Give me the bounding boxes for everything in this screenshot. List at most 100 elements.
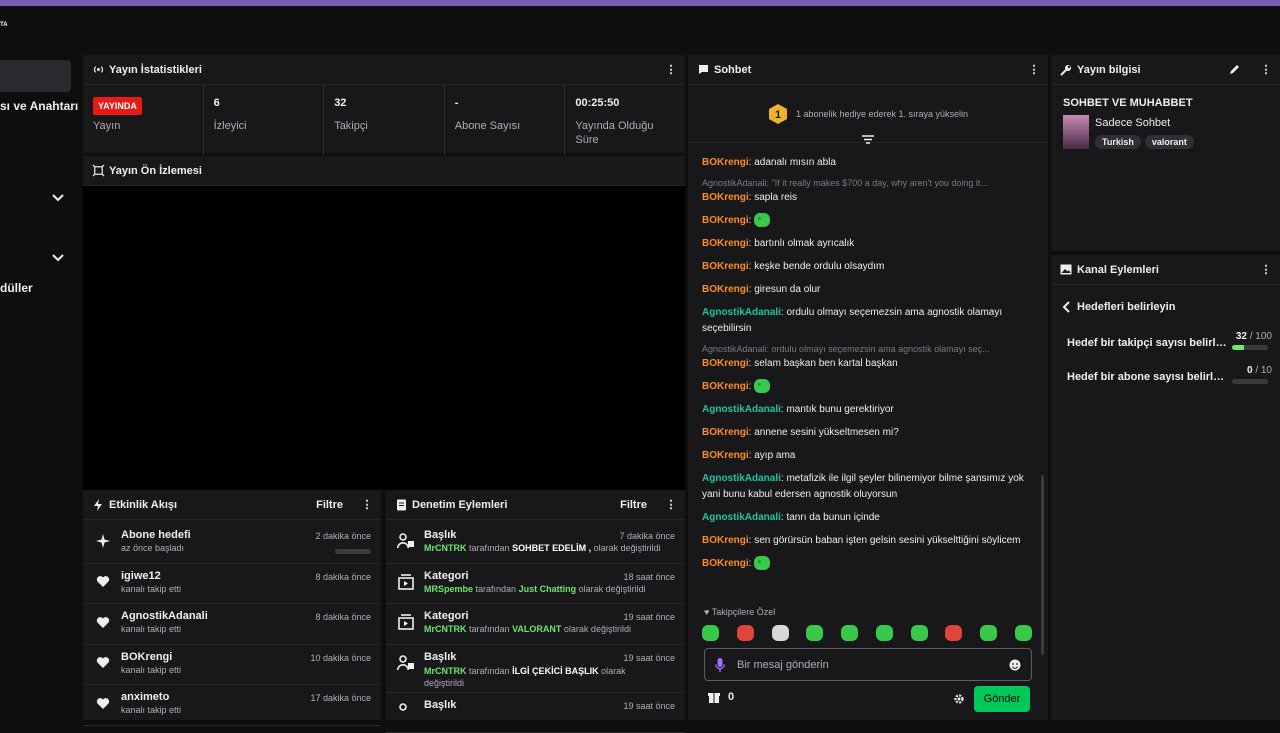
emoji-icon[interactable] (1009, 659, 1021, 671)
heart-icon (93, 693, 113, 713)
chat-input[interactable]: Bir mesaj gönderin (704, 648, 1032, 681)
emote-icon[interactable] (806, 625, 823, 641)
chat-message: BOKrengi: giresun da olur (702, 282, 1024, 298)
chat-message-text: ayıp ama (754, 450, 795, 461)
more-options-icon[interactable]: ⋮ (361, 498, 373, 511)
chat-scrollbar[interactable] (1041, 475, 1044, 655)
edit-pencil-icon[interactable] (1229, 64, 1240, 75)
chat-username[interactable]: AgnostikAdanali (702, 512, 781, 523)
chevron-down-icon[interactable] (50, 190, 66, 206)
more-options-icon[interactable]: ⋮ (665, 63, 677, 76)
channel-actions-header: Kanal Eylemleri ⋮ (1051, 255, 1280, 285)
chat-message: AgnostikAdanali: tanrı da bunun içinde (702, 510, 1024, 526)
chat-username[interactable]: BOKrengi (702, 358, 749, 369)
list-item[interactable]: BOKrengikanalı takip etti 10 dakika önce (83, 645, 381, 686)
goal-target: / 100 (1250, 331, 1272, 342)
chevron-down-icon[interactable] (50, 250, 66, 266)
changed-value[interactable]: Just Chatting (519, 584, 577, 594)
goal-count: 32 / 100 (1236, 331, 1272, 342)
chat-username[interactable]: BOKrengi (702, 192, 749, 203)
subscriber-goal[interactable]: Hedef bir abone sayısı belirleyin 0 / 10 (1067, 365, 1272, 399)
tag[interactable]: Turkish (1095, 135, 1141, 149)
category-box-art[interactable] (1063, 115, 1089, 149)
list-item[interactable]: Başlık MrCNTRK tarafından SOHBET EDELİM … (386, 523, 685, 564)
chat-username[interactable]: BOKrengi (702, 535, 749, 546)
list-item[interactable]: Abone hedefiaz önce başladı 2 dakika önc… (83, 523, 381, 564)
logo[interactable]: TA (0, 22, 8, 28)
microphone-icon[interactable] (715, 658, 725, 672)
category-name[interactable]: Sadece Sohbet (1095, 117, 1198, 129)
moderation-filter-button[interactable]: Filtre (620, 499, 647, 511)
moderator-name[interactable]: MRSpembe (424, 584, 473, 594)
send-button[interactable]: Gönder (974, 686, 1030, 712)
emote-icon[interactable] (754, 556, 770, 570)
list-item[interactable]: anximetokanalı takip etti 17 dakika önce (83, 685, 381, 726)
stream-preview-video[interactable] (83, 186, 685, 490)
channel-points[interactable]: 0 (708, 691, 734, 703)
moderation-time: 19 saat önce (623, 701, 675, 711)
emote-icon[interactable] (702, 625, 719, 641)
stat-viewers: 6 İzleyici (204, 85, 325, 155)
chat-username[interactable]: BOKrengi (702, 558, 749, 569)
chat-username[interactable]: BOKrengi (702, 215, 749, 226)
emote-icon[interactable] (1015, 625, 1032, 641)
emote-icon[interactable] (737, 625, 754, 641)
settings-gear-icon[interactable] (953, 693, 965, 705)
emote-icon[interactable] (772, 625, 789, 641)
list-item[interactable]: Başlık MrCNTRK tarafından İLGİ ÇEKİCİ BA… (386, 645, 685, 693)
emote-icon[interactable] (841, 625, 858, 641)
follower-goal[interactable]: Hedef bir takipçi sayısı belirleyin 32 /… (1067, 331, 1272, 365)
emote-icon[interactable] (754, 379, 770, 393)
chat-username[interactable]: BOKrengi (702, 381, 749, 392)
list-item[interactable]: Kategori MRSpembe tarafından Just Chatti… (386, 564, 685, 605)
moderator-name[interactable]: MrCNTRK (424, 543, 467, 553)
chat-username[interactable]: BOKrengi (702, 450, 749, 461)
filter-lines-icon[interactable] (862, 135, 874, 145)
more-options-icon[interactable]: ⋮ (1028, 63, 1040, 76)
activity-filter-button[interactable]: Filtre (316, 499, 343, 511)
goal-label: Hedef bir takipçi sayısı belirleyin (1067, 337, 1227, 349)
heart-icon (93, 653, 113, 673)
moderation-text: olarak değiştirildi (594, 543, 661, 553)
sidebar-item-rewards[interactable]: düller (0, 281, 33, 295)
emote-icon[interactable] (876, 625, 893, 641)
moderator-name[interactable]: MrCNTRK (424, 666, 467, 676)
more-options-icon[interactable]: ⋮ (1260, 63, 1272, 76)
tag[interactable]: valorant (1145, 135, 1194, 149)
list-item[interactable]: Kategori MrCNTRK tarafından VALORANT ola… (386, 604, 685, 645)
chat-username[interactable]: BOKrengi (702, 157, 749, 168)
emote-icon[interactable] (911, 625, 928, 641)
goal-count: 0 / 10 (1247, 365, 1272, 376)
reply-context[interactable]: AgnostikAdanali: "If it really makes $70… (702, 178, 1024, 188)
sidebar-selected-item[interactable] (0, 60, 71, 92)
list-item[interactable]: Başlık 19 saat önce (386, 693, 685, 733)
chat-username[interactable]: AgnostikAdanali (702, 473, 781, 484)
changed-value[interactable]: VALORANT (512, 624, 561, 634)
chat-message: BOKrengi: sen görürsün baban işten gelsi… (702, 533, 1024, 549)
chat-username[interactable]: AgnostikAdanali (702, 404, 781, 415)
list-item[interactable]: igiwe12kanalı takip etti 8 dakika önce (83, 564, 381, 605)
emote-icon[interactable] (945, 625, 962, 641)
more-options-icon[interactable]: ⋮ (665, 498, 677, 511)
emote-icon[interactable] (980, 625, 997, 641)
sidebar-item-stream-key[interactable]: sı ve Anahtarı (0, 99, 78, 113)
preview-panel: Yayın Ön İzlemesi (83, 156, 685, 186)
reply-context[interactable]: AgnostikAdanali: ordulu olmayı seçemezsi… (702, 344, 1024, 354)
goal-progress-fill (1232, 345, 1244, 350)
chat-username[interactable]: BOKrengi (702, 238, 749, 249)
stat-label: Abone Sayısı (455, 119, 555, 133)
chat-message-list: BOKrengi: adanalı mısın ablaAgnostikAdan… (688, 155, 1038, 600)
activity-time: 2 dakika önce (315, 531, 371, 541)
chat-username[interactable]: BOKrengi (702, 427, 749, 438)
moderator-name[interactable]: MrCNTRK (424, 624, 467, 634)
user-edit-icon (396, 653, 416, 673)
more-options-icon[interactable]: ⋮ (1260, 263, 1272, 276)
stats-title: Yayın İstatistikleri (109, 64, 202, 76)
chat-username[interactable]: BOKrengi (702, 261, 749, 272)
chat-username[interactable]: BOKrengi (702, 284, 749, 295)
chat-username[interactable]: AgnostikAdanali (702, 307, 781, 318)
emote-icon[interactable] (754, 213, 770, 227)
moderation-text: tarafından (469, 624, 510, 634)
list-item[interactable]: AgnostikAdanalikanalı takip etti 8 dakik… (83, 604, 381, 645)
back-to-goals[interactable]: Hedefleri belirleyin (1061, 301, 1280, 313)
